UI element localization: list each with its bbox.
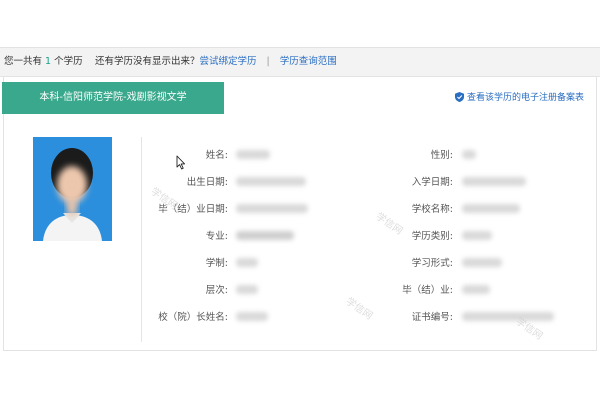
gender-value-blurred — [462, 150, 476, 159]
enrollment-date-label: 入学日期: — [411, 177, 453, 188]
record-count-text: 您一共有 1 个学历 — [4, 48, 83, 76]
record-count: 1 — [45, 56, 52, 67]
birth-date-value-blurred — [236, 177, 306, 186]
link-separator: | — [266, 56, 270, 67]
bind-record-link[interactable]: 尝试绑定学历 — [200, 56, 257, 67]
school-name-value-blurred — [462, 204, 520, 213]
school-name-label: 学校名称: — [411, 204, 453, 215]
registration-form-link[interactable]: 查看该学历的电子注册备案表 — [454, 90, 584, 103]
id-photo — [33, 137, 112, 241]
count-prefix: 您一共有 — [4, 56, 43, 67]
name-value-blurred — [236, 150, 270, 159]
major-value-blurred — [236, 231, 294, 240]
study-mode-label: 学习形式: — [411, 258, 453, 269]
registration-form-label: 查看该学历的电子注册备案表 — [466, 93, 584, 103]
record-tab[interactable]: 本科-信阳师范学院-戏剧影视文学 — [2, 82, 224, 114]
shield-icon — [454, 92, 464, 102]
missing-question: 还有学历没有显示出来？ — [95, 56, 200, 67]
name-label: 姓名: — [205, 150, 228, 161]
gender-label: 性别: — [430, 150, 453, 161]
missing-record-hint: 还有学历没有显示出来？尝试绑定学历 | 学历查询范围 — [95, 48, 337, 76]
count-suffix: 个学历 — [54, 56, 83, 67]
major-label: 专业: — [205, 231, 228, 242]
level-value-blurred — [236, 285, 258, 294]
birth-date-label: 出生日期: — [186, 177, 228, 188]
education-summary-bar: 您一共有 1 个学历 还有学历没有显示出来？尝试绑定学历 | 学历查询范围 — [0, 47, 600, 77]
duration-value-blurred — [236, 258, 258, 267]
level-label: 层次: — [205, 285, 228, 296]
query-scope-link[interactable]: 学历查询范围 — [280, 56, 337, 67]
president-name-value-blurred — [236, 312, 268, 321]
study-mode-value-blurred — [462, 258, 502, 267]
completion-status-value-blurred — [462, 285, 490, 294]
graduation-date-value-blurred — [236, 204, 308, 213]
certificate-number-label: 证书编号: — [411, 312, 453, 323]
president-name-label: 校（院）长姓名: — [158, 312, 228, 323]
duration-label: 学制: — [205, 258, 228, 269]
mouse-cursor-icon — [176, 155, 186, 170]
enrollment-date-value-blurred — [462, 177, 526, 186]
record-type-value-blurred — [462, 231, 492, 240]
certificate-number-value-blurred — [462, 312, 554, 321]
